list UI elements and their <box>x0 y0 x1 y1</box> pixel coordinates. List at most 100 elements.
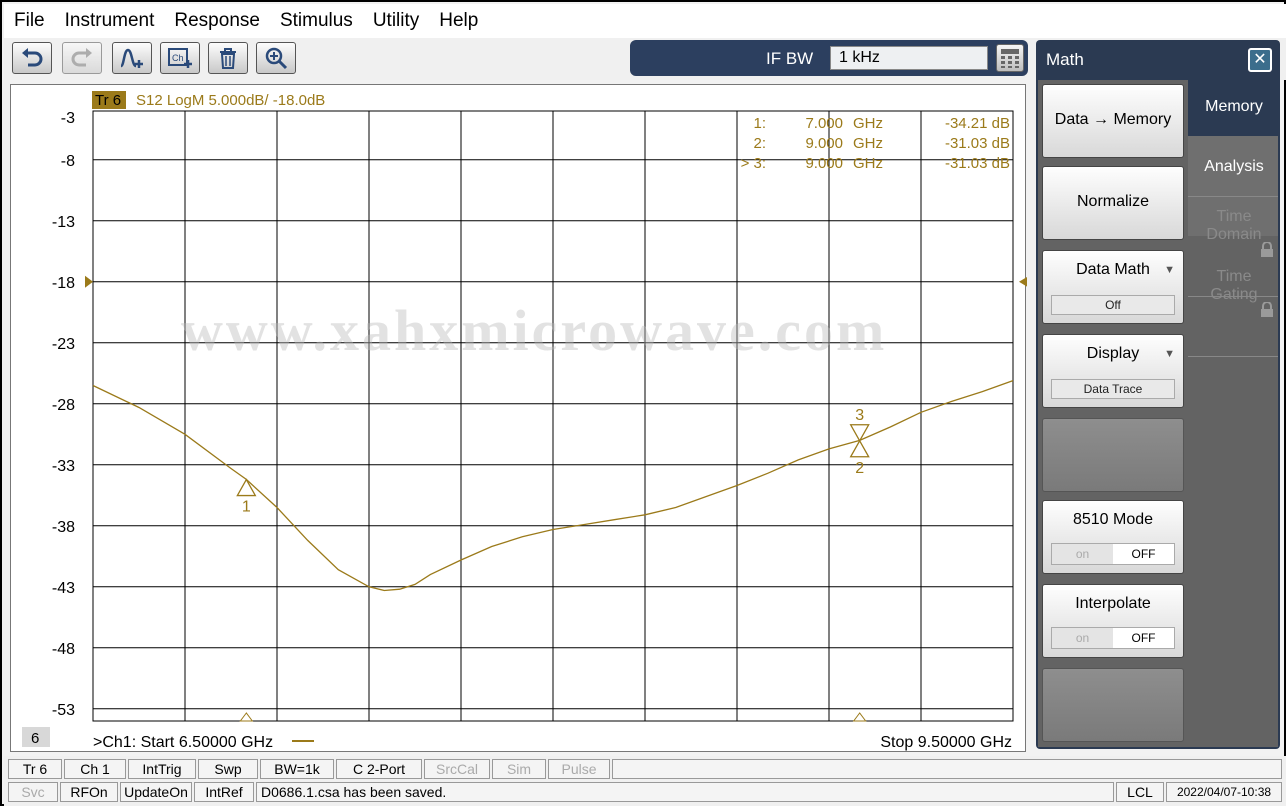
y-tick-label: -28 <box>52 397 75 414</box>
reference-level-right-arrow[interactable] <box>1019 275 1029 288</box>
data-to-memory-button[interactable]: Data → Memory <box>1042 84 1184 158</box>
marker-value: -31.03 dB <box>945 135 1010 152</box>
empty-softkey <box>1042 418 1184 492</box>
marker-2-icon[interactable] <box>849 439 870 458</box>
menu-file[interactable]: File <box>14 10 45 32</box>
y-tick-label: -3 <box>61 110 75 127</box>
menu-stimulus[interactable]: Stimulus <box>280 10 353 32</box>
tab-time-domain: Time Domain <box>1206 208 1262 243</box>
menu-bar: File Instrument Response Stimulus Utilit… <box>4 4 1286 38</box>
softkey-panel-title: Math <box>1046 50 1084 69</box>
normalize-button[interactable]: Normalize <box>1042 166 1184 240</box>
dropdown-arrow-icon: ▼ <box>1164 348 1175 360</box>
mode-8510-toggle[interactable]: on OFF <box>1051 543 1175 565</box>
display-value: Data Trace <box>1051 379 1175 399</box>
menu-help[interactable]: Help <box>439 10 478 32</box>
y-tick-label: -43 <box>52 580 75 597</box>
y-tick-label: -8 <box>61 153 75 170</box>
y-tick-label: -53 <box>52 702 75 719</box>
lock-icon <box>1261 302 1273 317</box>
marker-unit: GHz <box>853 135 883 152</box>
lock-icon <box>1261 242 1273 257</box>
trace-badge[interactable]: Tr 6 <box>95 92 121 109</box>
marker-value: -31.03 dB <box>945 155 1010 172</box>
redo-button[interactable] <box>62 42 102 74</box>
add-channel-button[interactable]: Ch <box>160 42 200 74</box>
add-trace-button[interactable] <box>112 42 152 74</box>
redo-icon <box>71 48 92 67</box>
status-calibration[interactable]: C 2-Port <box>336 759 422 779</box>
undo-button[interactable] <box>12 42 52 74</box>
data-math-value: Off <box>1051 295 1175 315</box>
toggle-off-option: OFF <box>1113 544 1174 564</box>
marker-freq: 7.000 <box>805 115 843 132</box>
measurement-window[interactable]: -3 -8 -13 -18 -23 -28 -33 -38 -43 -48 -53 www.xahx… <box>10 84 1029 752</box>
status-lcl[interactable]: LCL <box>1116 782 1164 802</box>
status-srccal: SrcCal <box>424 759 490 779</box>
status-intref[interactable]: IntRef <box>194 782 254 802</box>
menu-utility[interactable]: Utility <box>373 10 419 32</box>
y-tick-label: -13 <box>52 214 75 231</box>
keypad-icon <box>1001 49 1019 68</box>
undo-icon <box>22 48 43 67</box>
status-empty <box>612 759 1282 779</box>
status-channel[interactable]: Ch 1 <box>64 759 126 779</box>
marker-unit: GHz <box>853 155 883 172</box>
start-frequency[interactable]: >Ch1: Start 6.50000 GHz <box>93 734 273 751</box>
status-sweep[interactable]: Swp <box>198 759 258 779</box>
marker-1-label: 1 <box>242 499 251 516</box>
marker-3-label: 3 <box>855 407 864 424</box>
y-tick-label: -23 <box>52 336 75 353</box>
tab-memory[interactable]: Memory <box>1190 98 1278 116</box>
interpolate-toggle[interactable]: on OFF <box>1051 627 1175 649</box>
y-tick-label: -38 <box>52 519 75 536</box>
delete-icon <box>220 48 236 69</box>
channel-number[interactable]: 6 <box>31 730 39 747</box>
marker-1-icon[interactable] <box>236 478 257 497</box>
interpolate-button[interactable]: Interpolate on OFF <box>1042 584 1184 658</box>
status-sim: Sim <box>492 759 546 779</box>
softkey-body: Memory Analysis Time Domain Time Gating … <box>1038 80 1278 747</box>
tab-analysis[interactable]: Analysis <box>1190 158 1278 176</box>
y-tick-label: -33 <box>52 458 75 475</box>
keypad-button[interactable] <box>996 44 1024 72</box>
y-tick-label: -48 <box>52 641 75 658</box>
zoom-icon <box>265 47 288 70</box>
toggle-on-option: on <box>1052 544 1113 564</box>
status-datetime: 2022/04/07-10:38 <box>1166 782 1282 802</box>
softkey-label: Normalize <box>1076 193 1149 210</box>
delete-button[interactable] <box>208 42 248 74</box>
if-bandwidth-input[interactable]: 1 kHz <box>830 46 988 70</box>
marker-unit: GHz <box>853 115 883 132</box>
marker-readout: 1: 7.000 GHz -34.21 dB 2: 9.000 GHz -31.… <box>741 115 1010 172</box>
marker-3-icon[interactable] <box>849 424 870 443</box>
marker-number: 2: <box>753 135 766 152</box>
zoom-button[interactable] <box>256 42 296 74</box>
softkey-label: 8510 Mode <box>1072 511 1154 528</box>
data-math-button[interactable]: Data Math ▼ Off <box>1042 250 1184 324</box>
marker-freq: 9.000 <box>805 135 843 152</box>
status-bandwidth[interactable]: BW=1k <box>260 759 334 779</box>
tab-time-gating: Time Gating <box>1210 268 1258 303</box>
status-rf-on[interactable]: RFOn <box>60 782 118 802</box>
add-trace-icon <box>120 48 143 68</box>
empty-softkey <box>1042 668 1184 742</box>
tab-divider <box>1188 196 1278 197</box>
display-button[interactable]: Display ▼ Data Trace <box>1042 334 1184 408</box>
if-bandwidth-label: IF BW <box>766 49 814 68</box>
dropdown-arrow-icon: ▼ <box>1164 264 1175 276</box>
menu-instrument[interactable]: Instrument <box>65 10 155 32</box>
stop-frequency[interactable]: Stop 9.50000 GHz <box>880 734 1012 751</box>
reference-level-left-arrow[interactable] <box>85 275 93 288</box>
watermark: www.xahxmicrowave.com <box>181 298 887 363</box>
tab-divider <box>1188 356 1278 357</box>
toggle-on-option: on <box>1052 628 1113 648</box>
status-trace[interactable]: Tr 6 <box>8 759 62 779</box>
status-trigger[interactable]: IntTrig <box>128 759 196 779</box>
menu-response[interactable]: Response <box>174 10 260 32</box>
marker-number: > 3: <box>741 155 766 172</box>
close-icon[interactable]: ✕ <box>1248 48 1272 72</box>
status-svc: Svc <box>8 782 58 802</box>
status-update-on[interactable]: UpdateOn <box>120 782 192 802</box>
mode-8510-button[interactable]: 8510 Mode on OFF <box>1042 500 1184 574</box>
